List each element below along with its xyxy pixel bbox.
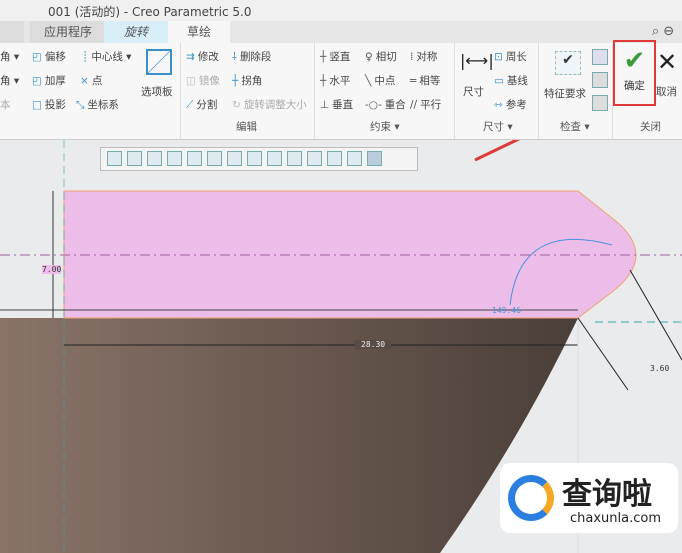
spin-center-icon[interactable] bbox=[267, 151, 282, 166]
view-manager-icon[interactable] bbox=[227, 151, 242, 166]
tab-prev[interactable] bbox=[0, 21, 24, 43]
parallel-constraint[interactable]: //平行 bbox=[410, 97, 441, 112]
sketcher-display-icon[interactable] bbox=[327, 151, 342, 166]
sketch-view-icon[interactable] bbox=[307, 151, 322, 166]
inspect-group-label: 检查 ▾ bbox=[560, 121, 590, 133]
offset-button[interactable]: ◰ 偏移 bbox=[32, 49, 66, 64]
fillet-menu[interactable]: 角 ▾ bbox=[0, 49, 19, 64]
annotation-display-icon[interactable] bbox=[287, 151, 302, 166]
dimension-icon: |⟷| bbox=[460, 51, 494, 70]
datum-display-icon[interactable] bbox=[247, 151, 262, 166]
chamfer-menu[interactable]: 角 ▾ bbox=[0, 73, 19, 88]
repaint-icon[interactable] bbox=[167, 151, 182, 166]
centerline-button[interactable]: ┊ 中心线 ▾ bbox=[82, 49, 131, 64]
tab-revolve[interactable]: 旋转 bbox=[104, 21, 168, 43]
palette-icon[interactable] bbox=[146, 49, 172, 75]
ok-label: 确定 bbox=[624, 80, 645, 92]
dimension-group-label: 尺寸 ▾ bbox=[483, 121, 513, 133]
feature-requirements-icon: ✔ bbox=[555, 51, 581, 75]
feature-requirements-button[interactable]: 特征要求 bbox=[544, 86, 586, 101]
reference-button[interactable]: ⇿ 参考 bbox=[494, 97, 527, 112]
vertex-display-icon[interactable] bbox=[367, 151, 382, 166]
cancel-icon[interactable]: ✕ bbox=[657, 48, 677, 76]
palette-button[interactable]: 选项板 bbox=[141, 84, 173, 99]
zoom-out-icon[interactable] bbox=[147, 151, 162, 166]
ok-button[interactable]: ✔ 确定 bbox=[613, 40, 656, 106]
dimension-button[interactable]: 尺寸 bbox=[463, 84, 484, 99]
graphics-toolbar bbox=[100, 147, 418, 171]
constraint-display-icon[interactable] bbox=[347, 151, 362, 166]
shade-closed-loops-icon[interactable] bbox=[592, 95, 608, 111]
tangent-constraint[interactable]: ♀ 相切 bbox=[365, 49, 397, 64]
corner-button[interactable]: ┼ 拐角 bbox=[232, 73, 262, 88]
coincident-constraint[interactable]: -○- 重合 bbox=[365, 97, 406, 112]
watermark-url: chaxunla.com bbox=[570, 511, 661, 526]
delete-segment-button[interactable]: ⸸ 删除段 bbox=[232, 49, 271, 64]
tab-sketch[interactable]: 草绘 bbox=[168, 21, 230, 43]
window-title: 001 (活动的) - Creo Parametric 5.0 bbox=[48, 5, 252, 19]
cancel-button[interactable]: 取消 bbox=[656, 84, 677, 99]
text-button[interactable]: 本 bbox=[0, 97, 11, 112]
ribbon: 角 ▾ ◰ 偏移 ┊ 中心线 ▾ 角 ▾ ◰ 加厚 × 点 本 □ 投影 ⤡ 坐标系 选项板… bbox=[0, 40, 682, 140]
horizontal-constraint[interactable]: ┼ 水平 bbox=[320, 73, 350, 88]
checkmark-icon: ✔ bbox=[623, 46, 646, 76]
ribbon-tabs: 应用程序 旋转 草绘 ⌕ ⊖ bbox=[0, 21, 682, 43]
highlight-open-ends-icon[interactable] bbox=[592, 72, 608, 88]
close-group-label: 关闭 bbox=[640, 121, 661, 133]
coordinate-system-button[interactable]: ⤡ 坐标系 bbox=[76, 97, 119, 112]
watermark-brand: 查询啦 bbox=[562, 477, 652, 512]
modify-button[interactable]: ⇉ 修改 bbox=[186, 49, 219, 64]
title-bar: 001 (活动的) - Creo Parametric 5.0 bbox=[0, 0, 682, 21]
saved-views-icon[interactable] bbox=[207, 151, 222, 166]
annotation-arrow bbox=[474, 140, 521, 162]
mirror-button[interactable]: ◫ 镜像 bbox=[186, 73, 220, 88]
height-dimension[interactable]: 7.00 bbox=[42, 265, 62, 274]
vertical-constraint[interactable]: ┼ 竖直 bbox=[320, 49, 350, 64]
thicken-button[interactable]: ◰ 加厚 bbox=[32, 73, 66, 88]
perimeter-button[interactable]: ⊡ 周长 bbox=[494, 49, 527, 64]
watermark-logo-icon bbox=[508, 475, 554, 521]
length-dimension[interactable]: 28.30 bbox=[355, 340, 392, 349]
point-button[interactable]: × 点 bbox=[80, 73, 102, 88]
perpendicular-constraint[interactable]: ⊥ 垂直 bbox=[320, 97, 353, 112]
tab-applications[interactable]: 应用程序 bbox=[30, 21, 106, 43]
rotate-resize-button[interactable]: ↻ 旋转调整大小 bbox=[232, 97, 307, 112]
angle-dimension[interactable]: 149.46 bbox=[492, 306, 521, 315]
zoom-in-icon[interactable] bbox=[127, 151, 142, 166]
display-style-icon[interactable] bbox=[187, 151, 202, 166]
watermark: 查询啦 chaxunla.com bbox=[500, 463, 678, 533]
model-body bbox=[0, 318, 578, 553]
constrain-group-label: 约束 ▾ bbox=[370, 121, 400, 133]
radius-dimension[interactable]: 3.60 bbox=[650, 364, 669, 373]
baseline-button[interactable]: ▭ 基线 bbox=[494, 73, 528, 88]
project-button[interactable]: □ 投影 bbox=[32, 97, 66, 112]
midpoint-constraint[interactable]: ╲ 中点 bbox=[365, 73, 395, 88]
refit-icon[interactable] bbox=[107, 151, 122, 166]
symmetric-constraint[interactable]: ⁞ 对称 bbox=[410, 49, 437, 64]
overlap-geometry-icon[interactable] bbox=[592, 49, 608, 65]
edit-group-label: 编辑 bbox=[236, 121, 257, 133]
divide-button[interactable]: ⟋ 分割 bbox=[186, 97, 217, 112]
equal-constraint[interactable]: ═ 相等 bbox=[410, 73, 440, 88]
